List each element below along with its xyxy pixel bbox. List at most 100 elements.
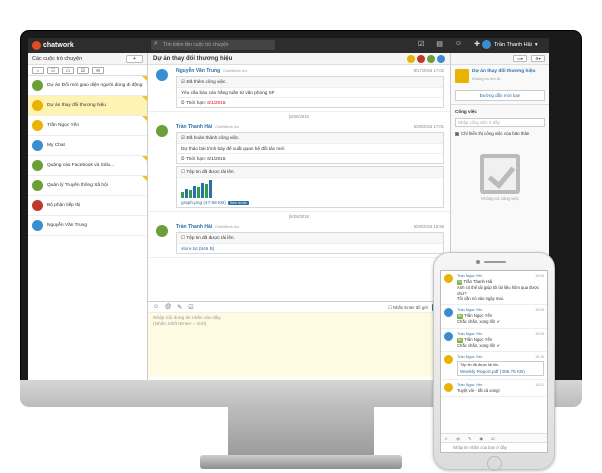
sidebar: Các cuộc trò chuyện + ⌂ ☷ ☖ ☑ ✉ Dự án Đổ…: [28, 53, 148, 380]
folder-icon[interactable]: ▭▾: [513, 55, 527, 62]
message: Trần Thanh Hải ChatWork Inc 5/29/2016 17:…: [148, 121, 450, 212]
add-contact-icon[interactable]: ✚: [474, 40, 480, 48]
avatar: [32, 100, 43, 111]
file-header: ☐ Tệp tin đã được tải lên.: [177, 167, 443, 178]
avatar: [417, 54, 425, 63]
avatar: [32, 220, 43, 231]
file-link[interactable]: store.txt (846 B): [181, 246, 214, 251]
pin-icon: [142, 176, 147, 181]
avatar: [455, 69, 469, 83]
avatar: [32, 160, 43, 171]
home-button[interactable]: [487, 456, 502, 471]
room-item[interactable]: Trần Ngọc Yến: [28, 116, 147, 136]
avatar: [444, 274, 453, 283]
attach-icon[interactable]: ✎: [468, 436, 471, 441]
avatar: [444, 382, 453, 392]
contacts-icon[interactable]: ☺: [455, 40, 462, 48]
phone-message: Trần Ngọc Yến 15:10 Tệp tin đã được tải …: [441, 352, 547, 380]
task-deadline: ⏲ Thời hạn: 6/1/2016: [181, 156, 226, 161]
phone-message: Trần Ngọc Yến 15:09 To Trần Thanh Hải An…: [441, 271, 547, 306]
tab-unread[interactable]: ✉: [92, 67, 104, 74]
attach-icon[interactable]: ✎: [177, 304, 182, 311]
message-sender: Trần Thanh Hải ChatWork Inc: [176, 224, 240, 230]
room-item[interactable]: My Chat: [28, 136, 147, 156]
sidebar-filter-tabs: ⌂ ☷ ☖ ☑ ✉: [28, 65, 147, 76]
invite-link-button[interactable]: Đường dẫn mời bạn: [455, 90, 545, 101]
my-tasks-checkbox[interactable]: Chỉ hiển thị công việc của bản thân: [451, 129, 549, 138]
file-link[interactable]: graph.png (47.68 KB): [181, 200, 226, 205]
room-item[interactable]: Quản lý Truyền thông Xã hội: [28, 176, 147, 196]
date-separator: [8/25/2016: [289, 114, 309, 119]
avatar: [437, 54, 445, 63]
room-info: Dự án thay đổi thương hiệu Không có mô t…: [451, 65, 549, 87]
room-item[interactable]: Quảng cáo Facebook và Sólu...: [28, 156, 147, 176]
room-item[interactable]: Bộ phận tiếp thị: [28, 196, 147, 216]
mention-icon[interactable]: @: [165, 304, 171, 310]
sidebar-header: Các cuộc trò chuyện +: [28, 53, 147, 65]
message: Nguyễn Văn Trung ChatWork Inc 8/17/2016 1…: [148, 65, 450, 112]
message-input[interactable]: Nhập nội dung tin nhắn vào đây (Nhấn Shi…: [148, 313, 450, 377]
room-item[interactable]: Nguyễn Văn Trung: [28, 216, 147, 236]
room-title: Dự án thay đổi thương hiệu: [472, 69, 536, 74]
checkbox-icon: [455, 131, 459, 136]
speaker-grill: [484, 261, 506, 263]
task-body: Dự thảo bài trình bày để xuất quan hệ đố…: [177, 144, 443, 154]
app-logo[interactable]: chatwork: [32, 41, 74, 50]
sidebar-title: Các cuộc trò chuyện: [32, 55, 83, 62]
file-card: ☐ Tệp tin đã được tải lên. graph.png (47…: [176, 166, 444, 208]
tasks-section-title: Công việc: [451, 104, 549, 116]
phone-message: Trần Ngọc Yến 15:09 Re Trần Ngọc Yến Chắ…: [441, 329, 547, 353]
avatar: [407, 54, 415, 63]
phone-message: Trần Ngọc Yến 15:11 Tuyệt vời - tất cả x…: [441, 380, 547, 398]
phone-message-input[interactable]: Nhập tin nhắn của bạn ở đây: [441, 442, 547, 452]
task-card: ☑ Đã thêm công việc. Yêu cầu báo cáo hằn…: [176, 76, 444, 108]
gear-icon[interactable]: ⚙▾: [531, 55, 545, 62]
tab-all[interactable]: ⌂: [32, 67, 44, 74]
enter-to-send-checkbox[interactable]: ☐ Nhấn Enter để gửi: [388, 305, 428, 311]
emoji-icon[interactable]: ☺: [444, 436, 448, 441]
tasks-icon[interactable]: ☑: [418, 40, 424, 48]
task-input[interactable]: Nhập công việc ở đây: [455, 118, 545, 127]
file-link[interactable]: Weekly Report.pdf (308.75 KB): [460, 369, 541, 374]
avatar: [156, 125, 168, 137]
message-time: 5/29/2016 16:58: [413, 224, 444, 229]
mention-icon[interactable]: @: [456, 436, 460, 441]
task-card: ☑ Đã hoàn thành công việc. Dự thảo bài t…: [176, 132, 444, 164]
phone-screen: Trần Ngọc Yến 15:09 To Trần Thanh Hải An…: [440, 270, 548, 453]
tab-tasks[interactable]: ☑: [77, 67, 89, 74]
member-avatars[interactable]: [407, 54, 445, 63]
emoji-icon[interactable]: ☺: [153, 304, 159, 310]
avatar: [156, 225, 168, 237]
avatar: [156, 69, 168, 81]
room-info-header: ▭▾ ⚙▾: [451, 53, 549, 65]
task-icon[interactable]: ☑: [491, 436, 495, 441]
camera-icon[interactable]: ◉: [480, 436, 484, 441]
avatar: [32, 180, 43, 191]
pin-icon: [142, 116, 147, 121]
message-time: 5/29/2016 17:01: [413, 124, 444, 129]
files-icon[interactable]: ▤: [436, 40, 443, 48]
room-description: Không có mô tả: [472, 76, 501, 81]
chat-title: Dự án thay đổi thương hiệu: [153, 55, 233, 62]
phone-message: Trần Ngọc Yến 15:09 Re Trần Ngọc Yến Chắ…: [441, 305, 547, 329]
tab-direct[interactable]: ☖: [62, 67, 74, 74]
camera-icon: [476, 260, 480, 264]
new-chat-button[interactable]: +: [125, 54, 143, 63]
tab-groups[interactable]: ☷: [47, 67, 59, 74]
search-input[interactable]: Tìm kiếm tên cuộc trò chuyện: [151, 40, 275, 50]
room-item[interactable]: Dự án Đổi mới giao diện người dùng di độ…: [28, 76, 147, 96]
phone-composer-toolbar: ☺ @ ✎ ◉ ☑: [441, 433, 547, 442]
room-item[interactable]: Dự án thay đổi thương hiệu: [28, 96, 147, 116]
image-thumbnail[interactable]: [177, 178, 443, 198]
message-sender: Trần Thanh Hải ChatWork Inc: [176, 124, 240, 130]
avatar: [32, 120, 43, 131]
empty-tasks-text: Không có công việc: [481, 196, 519, 201]
pin-icon: [142, 76, 147, 81]
avatar: [32, 200, 43, 211]
avatar: [444, 355, 453, 365]
avatar: [444, 308, 453, 318]
file-card: Tệp tin đã được tải lên. Weekly Report.p…: [457, 361, 544, 376]
task-icon[interactable]: ☑: [188, 304, 193, 311]
preview-button[interactable]: Xem trước: [227, 201, 249, 205]
user-menu[interactable]: Trần Thanh Hải ▾: [482, 40, 538, 49]
